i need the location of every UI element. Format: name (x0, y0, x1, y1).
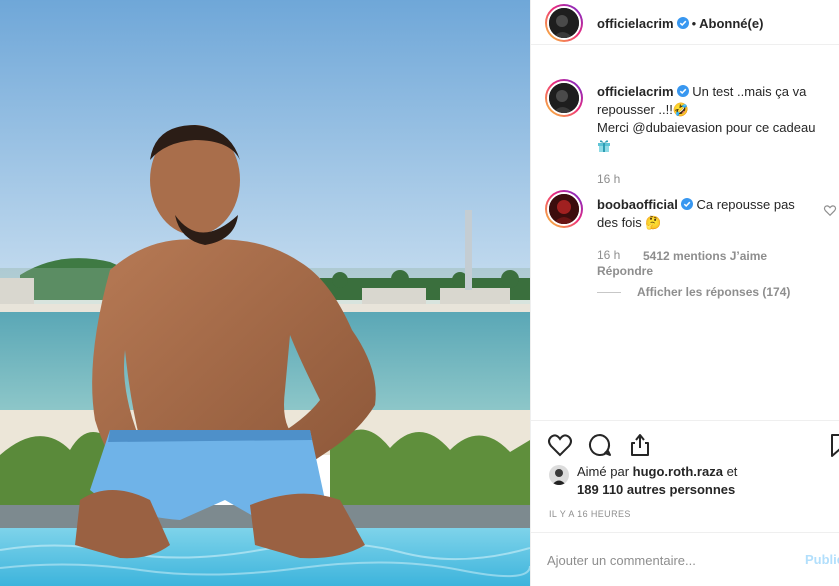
verified-badge-icon (676, 85, 689, 97)
caption-username[interactable]: officielacrim (597, 84, 674, 99)
post-timestamp[interactable]: IL Y A 16 HEURES (549, 509, 631, 519)
reply-button[interactable]: Répondre (597, 264, 653, 278)
comment-like-heart-icon[interactable] (823, 203, 837, 217)
publish-button[interactable]: Publier (805, 552, 839, 567)
verified-badge-icon (680, 198, 693, 210)
author-username[interactable]: officielacrim (597, 16, 674, 31)
post-header: officielacrim • Abonné(e) (531, 0, 839, 45)
comment-bubble-icon[interactable] (587, 432, 613, 458)
bookmark-icon[interactable] (827, 432, 839, 458)
caption-time[interactable]: 16 h (597, 172, 620, 186)
verified-badge-icon (676, 17, 689, 29)
caption-avatar[interactable] (545, 79, 583, 117)
liker-avatar[interactable] (549, 465, 569, 485)
action-bar (531, 420, 839, 466)
share-icon[interactable] (627, 432, 653, 458)
liker-username[interactable]: hugo.roth.raza (633, 464, 723, 479)
header-separator: • (691, 16, 697, 31)
comment-item: boobaofficial Ca repousse pas des fois 🤔 (597, 196, 812, 232)
heart-icon[interactable] (547, 432, 573, 458)
add-comment-bar: Publier (531, 532, 839, 586)
author-avatar[interactable] (545, 4, 583, 42)
comment-username[interactable]: boobaofficial (597, 197, 678, 212)
follow-status-button[interactable]: Abonné(e) (699, 16, 763, 31)
post-side-panel: officielacrim • Abonné(e) officielacrim Un… (530, 0, 839, 586)
post-photo[interactable] (0, 0, 530, 586)
show-replies-label: Afficher les réponses (174) (637, 285, 791, 299)
comment-likes-count: 5412 mentions J’aime (643, 249, 768, 263)
replies-divider (597, 292, 621, 294)
caption-text-line2: Merci @dubaievasion pour ce cadeau (597, 120, 816, 135)
caption: officielacrim Un test ..mais ça va repou… (597, 83, 827, 155)
comment-likes[interactable]: 5412 mentions J’aime (643, 249, 767, 263)
likes-others[interactable]: 189 110 autres personnes (577, 482, 735, 497)
comment-input[interactable] (547, 549, 767, 571)
gift-icon (598, 140, 610, 152)
likes-suffix: et (726, 464, 738, 479)
likes-text: Aimé par hugo.roth.raza et 189 110 autre… (577, 463, 797, 499)
comment-time[interactable]: 16 h (597, 248, 620, 262)
reply-label: Répondre (597, 264, 654, 278)
header-row: officielacrim • Abonné(e) (597, 16, 763, 31)
likes-prefix: Aimé par (577, 464, 630, 479)
show-replies-button[interactable]: Afficher les réponses (174) (597, 285, 790, 299)
commenter-avatar[interactable] (545, 190, 583, 228)
